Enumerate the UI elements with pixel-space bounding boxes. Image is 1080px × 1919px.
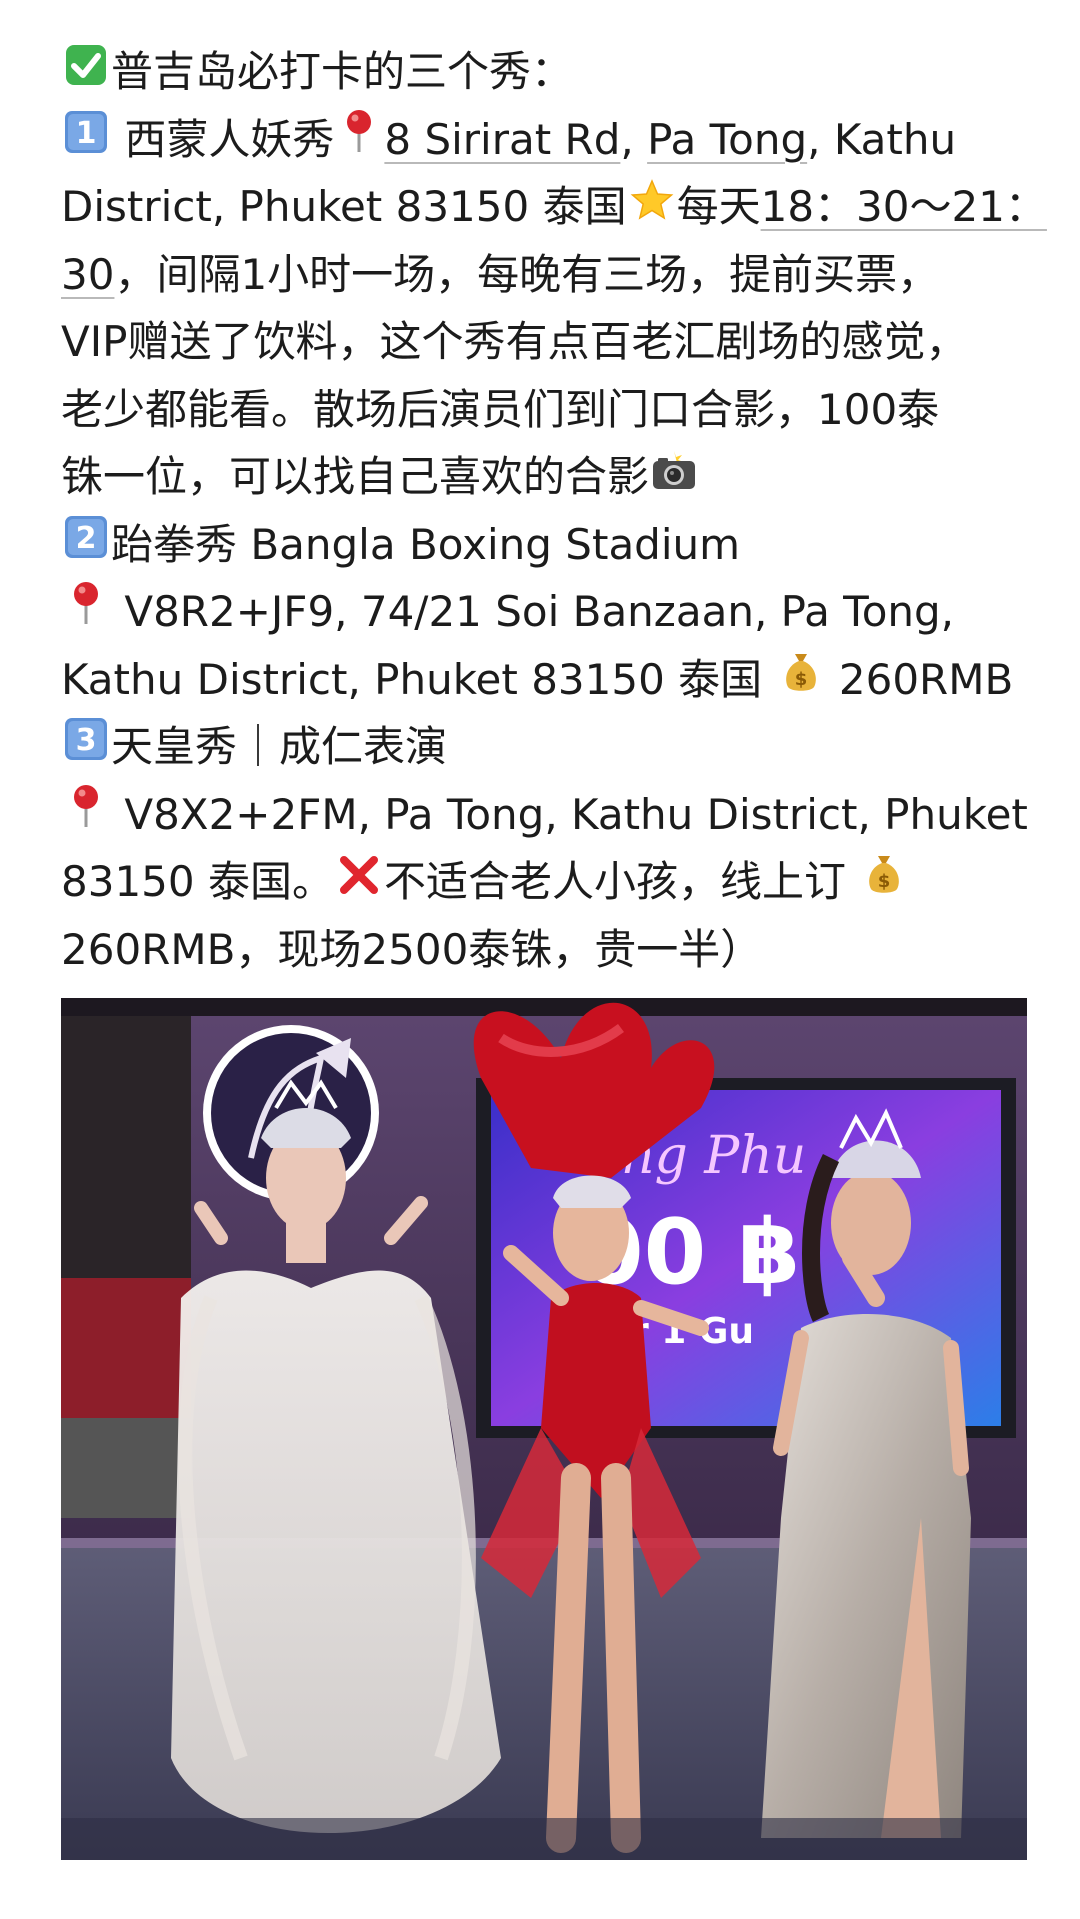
show2-address-text1: V8R2+JF9, 74/21 Soi Banzaan, Pa Tong, (111, 587, 955, 636)
show3-address-line1: V8X2+2FM, Pa Tong, Kathu District, Phuke… (61, 781, 1041, 849)
show1-address-link-street[interactable]: 8 Sirirat Rd (384, 115, 620, 164)
show1-desc-text4: 铢一位，可以找自己喜欢的合影 (61, 452, 650, 501)
round-pushpin-icon (61, 578, 111, 646)
show1-address-line2: District, Phuket 83150 泰国 每天18：30～21： (61, 173, 1047, 241)
keycap-1-icon: 1 (61, 106, 111, 174)
show1-desc-line1: 30，间隔1小时一场，每晚有三场，提前买票， (61, 241, 1041, 309)
keycap-3-icon: 3 (61, 713, 111, 781)
keycap-2-icon: 2 (61, 511, 111, 579)
show2-address-line1: V8R2+JF9, 74/21 Soi Banzaan, Pa Tong, (61, 578, 1041, 646)
show1-time-prefix: 每天 (676, 182, 761, 231)
post-text: 普吉岛必打卡的三个秀： 1 西蒙人妖秀 8 Sirirat Rd, Pa Ton… (61, 38, 1047, 984)
money-bag-icon: $ (776, 646, 826, 714)
heading-line: 普吉岛必打卡的三个秀： (61, 38, 1041, 106)
show2-title-line: 2 跆拳秀 Bangla Boxing Stadium (61, 511, 1041, 579)
show2-address-text2: Kathu District, Phuket 83150 泰国 (61, 654, 763, 704)
show2-address-line2: Kathu District, Phuket 83150 泰国 $ 260RMB (61, 646, 1041, 714)
svg-text:2: 2 (76, 521, 97, 556)
svg-text:$: $ (794, 669, 807, 690)
round-pushpin-icon (334, 106, 384, 174)
show1-desc-line4: 铢一位，可以找自己喜欢的合影 (61, 443, 1041, 511)
show1-address-line2-text: District, Phuket 83150 泰国 (61, 182, 627, 231)
svg-text:$: $ (878, 871, 891, 892)
show1-title-line: 1 西蒙人妖秀 8 Sirirat Rd, Pa Tong, Kathu (61, 106, 1041, 174)
show1-address-separator: , (620, 114, 648, 164)
show1-name: 西蒙人妖秀 (124, 114, 335, 164)
show1-time-link[interactable]: 18：30～21： (761, 182, 1047, 231)
show3-price-text: 260RMB，现场2500泰铢，贵一半） (61, 924, 763, 974)
show1-desc-line2: VIP赠送了饮料，这个秀有点百老汇剧场的感觉， (61, 308, 1041, 376)
star-icon (627, 173, 677, 241)
show3-title-line: 3 天皇秀｜成仁表演 (61, 713, 1041, 781)
show1-desc-text1: ，间隔1小时一场，每晚有三场，提前买票， (114, 249, 940, 299)
show3-address-text1: V8X2+2FM, Pa Tong, Kathu District, Phuke… (111, 789, 1028, 839)
show1-address-rest: , Kathu (807, 114, 957, 164)
show2-name: 跆拳秀 Bangla Boxing Stadium (111, 519, 741, 569)
show-performers-photo: ng Phu 00 ฿ r 1 Gu (61, 998, 1027, 1860)
round-pushpin-icon (61, 781, 111, 849)
money-bag-icon: $ (859, 848, 909, 916)
show1-desc-text3: 老少都能看。散场后演员们到门口合影，100泰 (61, 384, 940, 434)
show3-address-line2: 83150 泰国。 不适合老人小孩，线上订 $ (61, 848, 1041, 916)
show3-name: 天皇秀｜成仁表演 (111, 722, 448, 771)
camera-with-flash-icon (649, 443, 699, 511)
show2-price: 260RMB (825, 654, 1014, 704)
svg-text:1: 1 (76, 116, 97, 151)
show1-address-link-area[interactable]: Pa Tong (647, 115, 807, 164)
show1-desc-text2: VIP赠送了饮料，这个秀有点百老汇剧场的感觉， (61, 317, 968, 366)
show3-address-text2: 83150 泰国。 (61, 857, 334, 906)
check-mark-button-icon (61, 38, 111, 106)
svg-text:3: 3 (76, 723, 97, 758)
show1-desc-line3: 老少都能看。散场后演员们到门口合影，100泰 (61, 376, 1041, 444)
show3-price-line: 260RMB，现场2500泰铢，贵一半） (61, 916, 1041, 984)
cross-mark-icon (334, 848, 384, 916)
show3-note: 不适合老人小孩，线上订 (383, 857, 846, 906)
heading-text: 普吉岛必打卡的三个秀： (111, 47, 574, 96)
show1-time-link-cont[interactable]: 30 (61, 250, 114, 299)
